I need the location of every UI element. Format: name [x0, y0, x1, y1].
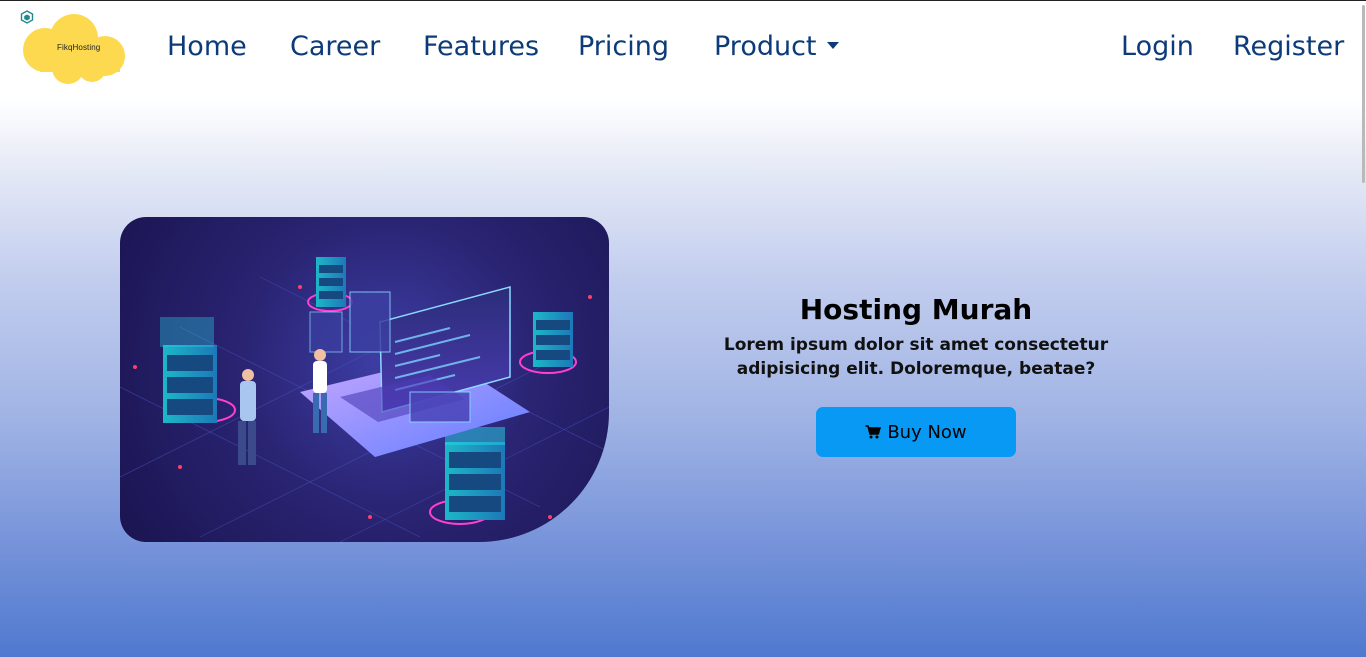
scrollbar-thumb[interactable] [1362, 5, 1365, 183]
login-link[interactable]: Login [1121, 31, 1194, 62]
scrollbar[interactable] [1360, 1, 1366, 657]
hero-illustration [120, 217, 609, 542]
nav-features-link[interactable]: Features [423, 31, 539, 62]
brand-logo[interactable]: FikqHosting [20, 10, 128, 88]
brand-name: FikqHosting [57, 43, 101, 52]
navbar: FikqHosting Home Career Features Pricing… [0, 0, 1366, 100]
nav-product-dropdown[interactable]: Product [714, 31, 839, 62]
hexagon-cube-icon [20, 10, 34, 24]
register-link[interactable]: Register [1233, 31, 1344, 62]
hero-text: Hosting Murah Lorem ipsum dolor sit amet… [716, 293, 1116, 381]
hero-title: Hosting Murah [799, 293, 1033, 326]
server-hosting-illustration [120, 257, 609, 542]
nav-pricing-link[interactable]: Pricing [578, 31, 669, 62]
nav-career-link[interactable]: Career [290, 31, 380, 62]
hero-description: Lorem ipsum dolor sit amet consectetur a… [723, 335, 1109, 379]
caret-down-icon [826, 42, 839, 49]
buy-now-label: Buy Now [887, 421, 967, 443]
nav-product-label: Product [714, 31, 817, 62]
shopping-cart-icon [865, 425, 882, 439]
buy-now-button[interactable]: Buy Now [816, 407, 1016, 457]
nav-home-link[interactable]: Home [167, 31, 247, 62]
